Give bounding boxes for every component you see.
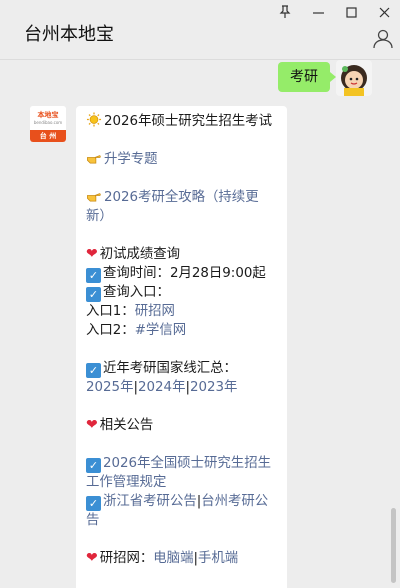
avatar-brand: 本地宝 bbox=[37, 111, 59, 119]
yanzhao-label: 研招网： bbox=[99, 551, 154, 566]
message-title: 2026年硕士研究生招生考试 bbox=[104, 114, 272, 129]
outgoing-message[interactable]: 考研 bbox=[278, 62, 336, 92]
link-mobile[interactable]: 手机端 bbox=[198, 551, 238, 566]
national-line-summary: ✓ 近年考研国家线汇总： bbox=[86, 359, 277, 378]
national-line-title: 近年考研国家线汇总： bbox=[103, 361, 237, 376]
notice-line-2: ✓ 浙江省考研公告|台州考研公告 bbox=[86, 492, 277, 530]
query-entry-line: ✓ 查询入口： bbox=[86, 283, 277, 302]
my-avatar[interactable] bbox=[336, 60, 372, 96]
entry-1-link[interactable]: 研招网 bbox=[135, 304, 175, 319]
avatar-city: 台 州 bbox=[30, 130, 66, 142]
notices-title: 相关公告 bbox=[99, 418, 154, 433]
pointing-hand-icon bbox=[87, 193, 101, 202]
sun-icon bbox=[86, 112, 102, 127]
yanzhao-line: ❤ 研招网：电脑端|手机端 bbox=[86, 549, 277, 568]
section-notices: ❤ 相关公告 bbox=[86, 416, 277, 435]
check-box-icon: ✓ bbox=[86, 268, 101, 283]
query-time: 查询时间：2月28日9:00起 bbox=[103, 266, 266, 281]
link-national-regulation[interactable]: 2026年全国硕士研究生招生工作管理规定 bbox=[86, 456, 271, 490]
entry-2-line: 入口2：#学信网 bbox=[86, 321, 277, 340]
heart-icon: ❤ bbox=[86, 246, 98, 262]
pin-icon[interactable] bbox=[273, 2, 297, 22]
check-box-icon: ✓ bbox=[86, 458, 101, 473]
link-year-2025[interactable]: 2025年 bbox=[86, 380, 133, 395]
incoming-message[interactable]: 2026年硕士研究生招生考试 升学专题 2026考研全攻略（持续更新） ❤ 初试成… bbox=[76, 106, 287, 588]
year-links: 2025年|2024年|2023年 bbox=[86, 378, 277, 397]
check-box-icon: ✓ bbox=[86, 363, 101, 378]
section-title: 初试成绩查询 bbox=[99, 247, 181, 262]
entry-1-label: 入口1： bbox=[86, 304, 135, 319]
message-title-line: 2026年硕士研究生招生考试 bbox=[86, 112, 277, 131]
profile-icon[interactable] bbox=[372, 28, 394, 50]
maximize-icon[interactable] bbox=[339, 2, 363, 22]
close-icon[interactable] bbox=[372, 2, 396, 22]
avatar-url: bendibao.com bbox=[33, 120, 63, 125]
message-list[interactable]: 考研 本地宝 bendibao.com 台 州 2026年硕士研究生招生考试 升… bbox=[0, 60, 400, 588]
contact-avatar[interactable]: 本地宝 bendibao.com 台 州 bbox=[30, 106, 66, 142]
chat-title: 台州本地宝 bbox=[24, 24, 114, 45]
heart-icon: ❤ bbox=[86, 417, 98, 433]
minimize-icon[interactable] bbox=[306, 2, 330, 22]
link-zhejiang-notice[interactable]: 浙江省考研公告 bbox=[103, 494, 197, 509]
query-entry: 查询入口： bbox=[103, 285, 170, 300]
scrollbar[interactable] bbox=[391, 508, 396, 583]
entry-1-line: 入口1：研招网 bbox=[86, 302, 277, 321]
section-score-query: ❤ 初试成绩查询 bbox=[86, 245, 277, 264]
check-box-icon: ✓ bbox=[86, 496, 101, 511]
link-upgrade-topic[interactable]: 升学专题 bbox=[104, 152, 158, 167]
link-line-2: 2026考研全攻略（持续更新） bbox=[86, 188, 277, 226]
pointing-hand-icon bbox=[87, 155, 101, 164]
notice-line-1: ✓ 2026年全国硕士研究生招生工作管理规定 bbox=[86, 454, 277, 492]
entry-2-label: 入口2： bbox=[86, 323, 135, 338]
entry-2-link[interactable]: #学信网 bbox=[135, 323, 186, 338]
link-line-1: 升学专题 bbox=[86, 150, 277, 169]
check-box-icon: ✓ bbox=[86, 287, 101, 302]
link-year-2023[interactable]: 2023年 bbox=[190, 380, 237, 395]
link-desktop[interactable]: 电脑端 bbox=[153, 551, 193, 566]
link-year-2024[interactable]: 2024年 bbox=[138, 380, 185, 395]
link-2026-guide[interactable]: 2026考研全攻略（持续更新） bbox=[86, 190, 259, 224]
query-time-line: ✓ 查询时间：2月28日9:00起 bbox=[86, 264, 277, 283]
title-bar: 台州本地宝 bbox=[0, 0, 400, 60]
heart-icon: ❤ bbox=[86, 550, 98, 566]
